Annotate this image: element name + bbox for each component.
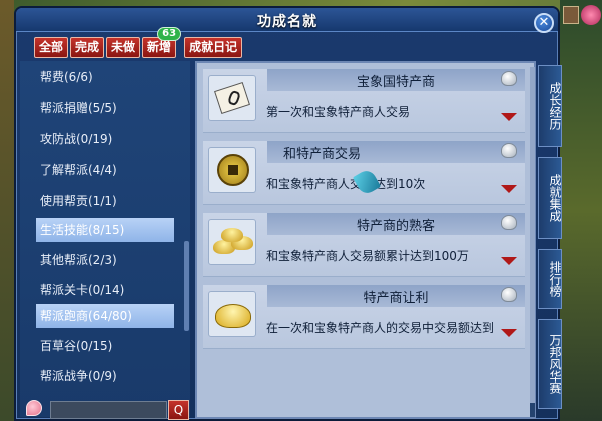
window-title: 功成名就: [257, 14, 317, 30]
achievement-desc: 在一次和宝象特产商人的交易中交易额达到: [266, 321, 495, 335]
search-input[interactable]: [50, 401, 167, 419]
peach-icon: [26, 400, 42, 416]
achievement-name: 特产商的熟客: [356, 219, 435, 234]
category-item-selected[interactable]: 生活技能(8/15): [36, 218, 174, 242]
tab-completed[interactable]: 完成: [70, 37, 105, 58]
achievement-card[interactable]: 特产商的熟客 和宝象特产商人交易额累计达到100万: [203, 213, 525, 277]
achievement-window: 功成名就 ✕ 全部 完成 未做 新增 63 成就日记 帮费(6/6) 帮派捐赠(5…: [14, 6, 562, 421]
expand-arrow-icon[interactable]: [501, 185, 517, 193]
event-icon[interactable]: [581, 5, 601, 25]
achievement-trophy-icon: [501, 143, 517, 158]
category-list: 帮费(6/6) 帮派捐赠(5/5) 攻防战(0/19) 了解帮派(4/4) 使用…: [20, 61, 190, 417]
achievement-trophy-icon: [501, 287, 517, 302]
side-tab-collection[interactable]: 成就集成: [538, 157, 562, 239]
achievement-card[interactable]: 宝象国特产商 第一次和宝象特产商人交易: [203, 69, 525, 133]
category-item[interactable]: 帮费(6/6): [36, 65, 174, 89]
scroll-icon: [208, 75, 256, 121]
tab-achievement-diary[interactable]: 成就日记: [184, 37, 243, 58]
tab-not-done[interactable]: 未做: [106, 37, 141, 58]
gold-ingot-icon: [208, 291, 256, 337]
search-row: Q: [26, 400, 191, 420]
category-item[interactable]: 使用帮贡(1/1): [36, 189, 174, 213]
side-tab-contest[interactable]: 万邦风华赛: [538, 319, 562, 409]
expand-arrow-icon[interactable]: [501, 329, 517, 337]
achievement-card[interactable]: 特产商让利 在一次和宝象特产商人的交易中交易额达到: [203, 285, 525, 349]
category-item[interactable]: 攻防战(0/19): [36, 127, 174, 151]
new-count-badge: 63: [157, 27, 182, 41]
category-item[interactable]: 其他帮派(2/3): [36, 248, 174, 272]
achievement-scrollbar[interactable]: [530, 67, 535, 417]
achievement-desc: 第一次和宝象特产商人交易: [266, 105, 411, 119]
achievement-desc: 和宝象特产商人交易达到10次: [266, 177, 426, 191]
category-item[interactable]: 百草谷(0/15): [36, 334, 174, 358]
tab-new[interactable]: 新增 63: [142, 27, 182, 58]
tab-new-label: 新增: [147, 40, 172, 54]
filter-tabs: 全部 完成 未做 新增 63 成就日记: [34, 27, 243, 58]
title-bar[interactable]: 功成名就 ✕: [16, 8, 558, 33]
scrollbar-thumb[interactable]: [530, 403, 535, 417]
close-button[interactable]: ✕: [534, 13, 554, 33]
category-item[interactable]: 帮派捐赠(5/5): [36, 96, 174, 120]
category-scrollbar[interactable]: [184, 241, 189, 331]
category-item-selected[interactable]: 帮派跑商(64/80): [36, 304, 174, 328]
mouse-cursor-icon: [352, 167, 382, 197]
category-item[interactable]: 帮派战争(0/9): [36, 364, 174, 388]
side-tab-ranking[interactable]: 排行榜: [538, 249, 562, 309]
achievement-name: 宝象国特产商: [356, 75, 435, 90]
achievement-list: 宝象国特产商 第一次和宝象特产商人交易 和特产商交易 和宝象特产商人交易达到10…: [195, 61, 536, 419]
achievement-desc: 和宝象特产商人交易额累计达到100万: [266, 249, 469, 263]
search-button[interactable]: Q: [168, 400, 189, 420]
game-scene: 功成名就 ✕ 全部 完成 未做 新增 63 成就日记 帮费(6/6) 帮派捐赠(5…: [0, 0, 602, 421]
gold-ingots-icon: [208, 219, 256, 265]
tab-all[interactable]: 全部: [34, 37, 69, 58]
achievement-card[interactable]: 和特产商交易 和宝象特产商人交易达到10次: [203, 141, 525, 205]
expand-arrow-icon[interactable]: [501, 257, 517, 265]
category-item[interactable]: 了解帮派(4/4): [36, 158, 174, 182]
category-item[interactable]: 帮派关卡(0/14): [36, 278, 174, 302]
close-icon: ✕: [538, 15, 550, 30]
achievement-trophy-icon: [501, 215, 517, 230]
achievement-name: 特产商让利: [363, 291, 429, 306]
achievement-name: 和特产商交易: [282, 147, 361, 162]
side-tab-growth[interactable]: 成长经历: [538, 65, 562, 147]
background-terrain-right: [560, 0, 602, 421]
achievement-trophy-icon: [501, 71, 517, 86]
minimap-icon[interactable]: [563, 6, 579, 24]
expand-arrow-icon[interactable]: [501, 113, 517, 121]
coin-icon: [208, 147, 256, 193]
search-icon: Q: [173, 403, 184, 417]
background-terrain-left: [0, 0, 14, 421]
